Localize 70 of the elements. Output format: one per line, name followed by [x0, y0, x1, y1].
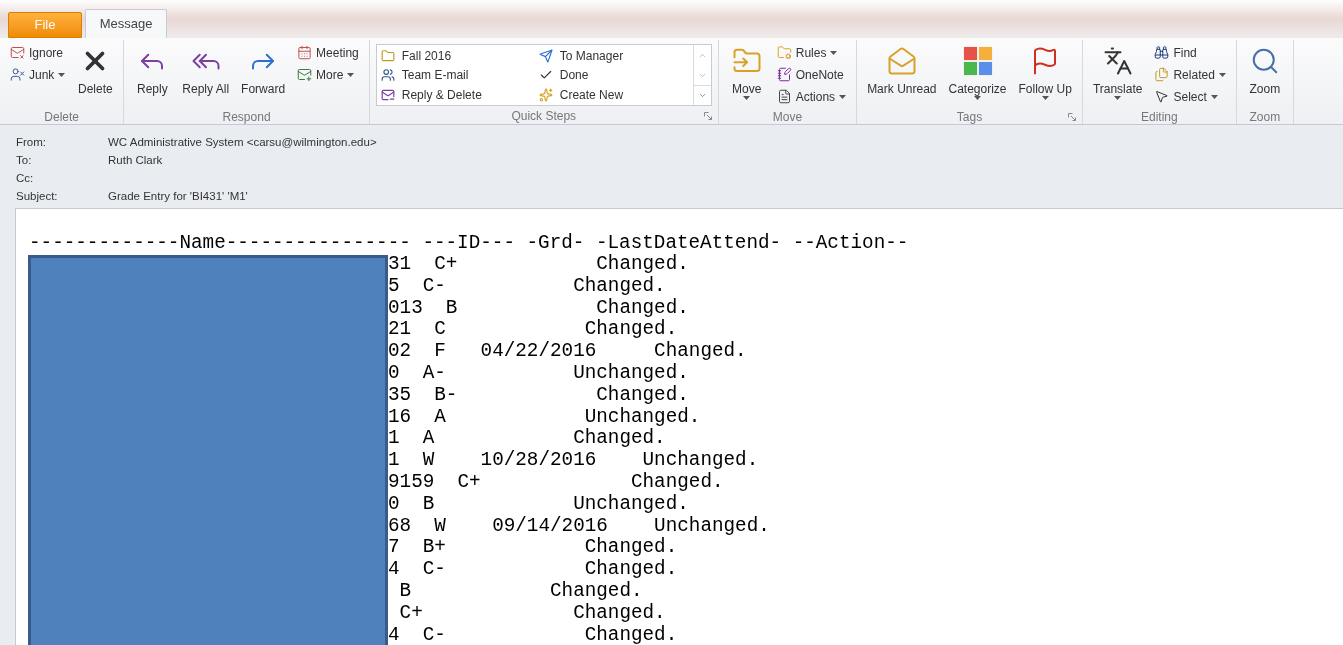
dialog-launcher-icon[interactable] [1067, 113, 1076, 121]
person-x-icon [10, 67, 25, 82]
body-line: C+ Changed. [398, 601, 666, 624]
body-line: 1 A Changed. [388, 427, 666, 450]
quick-step-item[interactable]: Team E-mail [376, 65, 535, 86]
body-line: 16 A Unchanged. [388, 405, 701, 428]
ribbon-button[interactable]: Reply [130, 42, 175, 112]
ribbon-button[interactable]: Move [724, 42, 769, 112]
body-line: 21 C Changed. [388, 318, 678, 341]
ribbon-button[interactable]: Actions [772, 86, 851, 107]
ribbon-button[interactable]: Related [1150, 64, 1230, 85]
envelope-minus-icon [380, 87, 395, 102]
group-label: Move [772, 108, 803, 126]
notebook-icon [776, 67, 792, 82]
body-line: B Changed. [398, 579, 643, 602]
header-value: WC Administrative System <carsu@wilmington.edu> [108, 135, 377, 151]
body-line: 4 C- Changed. [388, 558, 678, 581]
ribbon-button[interactable]: Find [1150, 42, 1230, 63]
chevron-down-icon [697, 91, 707, 100]
binoculars-icon [1154, 45, 1170, 60]
ribbon-button[interactable]: Rules [772, 42, 851, 63]
body-line: 013 B Changed. [388, 296, 689, 319]
envelope-x-icon [10, 45, 25, 60]
ribbon-button[interactable]: More [293, 64, 363, 85]
body-line: 31 C+ Changed. [388, 253, 689, 275]
send-icon [538, 49, 553, 63]
header-value: Ruth Clark [108, 153, 163, 169]
body-line: 9159 C+ Changed. [388, 470, 724, 493]
sparkle-icon [538, 87, 553, 102]
files-icon [1154, 67, 1170, 82]
header-label: To: [16, 153, 33, 169]
ribbon-button[interactable]: Meeting [293, 42, 363, 63]
body-line: 1 W 10/28/2016 Unchanged. [388, 449, 759, 472]
ribbon-button[interactable]: Mark Unread [863, 42, 941, 112]
open-envelope-icon [886, 46, 917, 76]
ribbon-tab[interactable]: Message [85, 9, 167, 38]
dialog-launcher-icon[interactable] [703, 112, 712, 120]
header-label: Cc: [16, 171, 35, 187]
header-label: Subject: [16, 189, 59, 205]
header-label: From: [16, 135, 48, 151]
body-line: -------------Name---------------- ---ID--- -Grd- -LastDateAttend- --Action-- [29, 232, 910, 254]
folder-gear-icon [776, 45, 792, 60]
envelope-plus-icon [297, 67, 313, 82]
ribbon-button[interactable]: Select [1150, 86, 1230, 107]
pointer-icon [1154, 89, 1170, 104]
body-line: 7 B+ Changed. [388, 536, 678, 559]
quick-step-item[interactable]: Done [534, 65, 693, 86]
quick-step-item[interactable]: Reply & Delete [376, 84, 535, 105]
ribbon-button[interactable]: OneNote [772, 64, 851, 85]
body-line: 02 F 04/22/2016 Changed. [388, 340, 747, 363]
quick-step-item[interactable]: Create New [534, 84, 693, 105]
header-value: Grade Entry for 'BI431' 'M1' [108, 189, 248, 205]
group-label: Quick Steps [511, 107, 577, 125]
calendar-icon [297, 45, 313, 60]
body-line: 4 C- Changed. [388, 623, 678, 645]
body-line: 5 C- Changed. [388, 274, 666, 297]
body-line: 68 W 09/14/2016 Unchanged. [388, 514, 770, 537]
ribbon-button[interactable]: Follow Up [1014, 42, 1076, 112]
quick-step-item[interactable]: Fall 2016 [376, 46, 535, 66]
body-line: 0 A- Unchanged. [388, 362, 689, 384]
translate-icon [1102, 46, 1133, 76]
folder-icon [380, 49, 395, 63]
ribbon-button[interactable]: Junk [6, 64, 70, 85]
people-icon [380, 68, 395, 83]
color-squares-icon [962, 46, 993, 76]
quick-step-item[interactable]: To Manager [534, 46, 693, 66]
body-line: 35 B- Changed. [388, 383, 689, 406]
ribbon-button[interactable]: Ignore [6, 42, 70, 63]
body-line: 0 B Unchanged. [388, 492, 689, 515]
document-icon [776, 89, 792, 104]
